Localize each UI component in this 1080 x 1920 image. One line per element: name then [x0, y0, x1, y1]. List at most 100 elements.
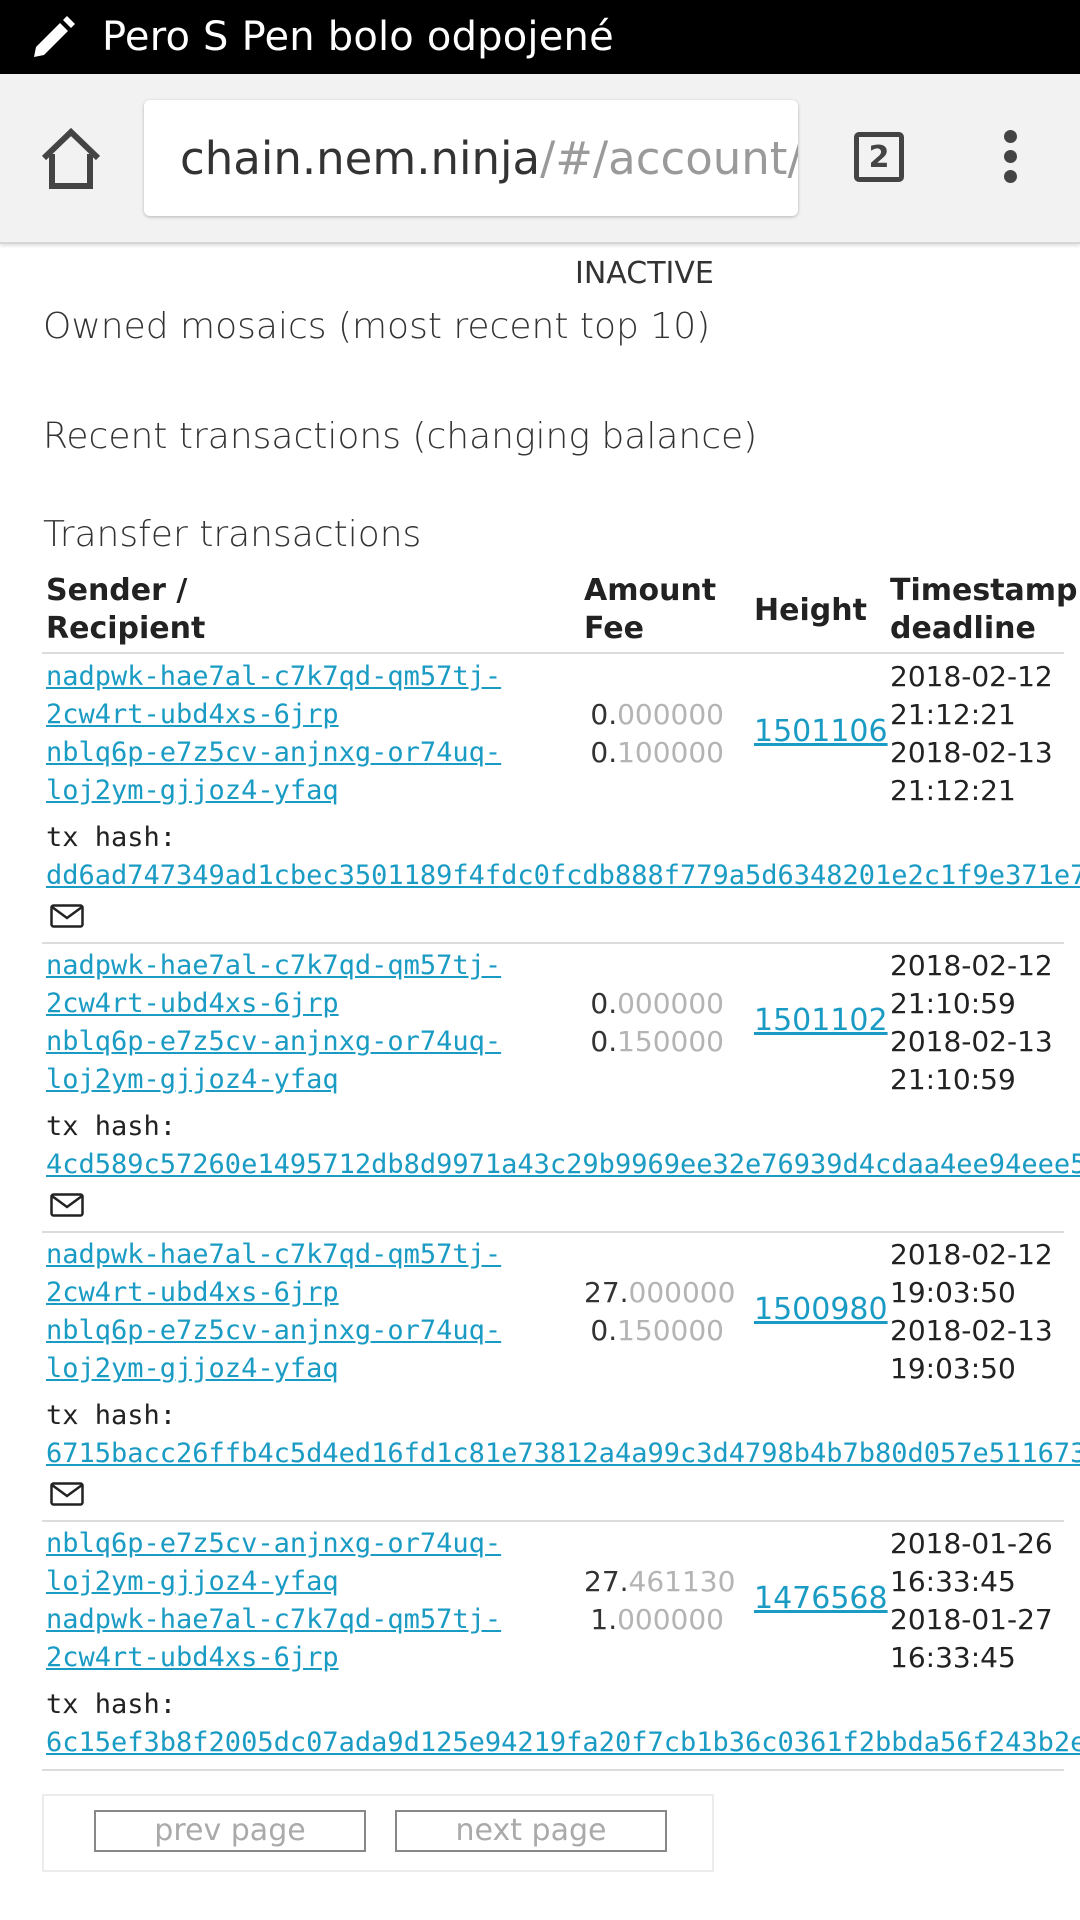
- envelope-icon[interactable]: [50, 1482, 84, 1506]
- deadline-time: 21:10:59: [890, 1063, 1016, 1096]
- system-status-bar: Pero S Pen bolo odpojené: [0, 0, 1080, 74]
- timestamp-date: 2018-02-12: [890, 660, 1053, 693]
- block-height-link[interactable]: 1501106: [754, 714, 888, 749]
- recipient-address: nadpwk-hae7al-c7k7qd-qm57tj- 2cw4rt-ubd4x…: [46, 1601, 501, 1677]
- timestamp-deadline: 2018-02-12 21:12:21 2018-02-13 21:12:21: [890, 658, 1053, 810]
- sender-address: nadpwk-hae7al-c7k7qd-qm57tj- 2cw4rt-ubd4x…: [46, 947, 501, 1023]
- url-path: /#/account/: [540, 131, 798, 185]
- timestamp-date: 2018-01-26: [890, 1527, 1053, 1560]
- table-divider: [42, 652, 1064, 654]
- deadline-time: 21:12:21: [890, 774, 1016, 807]
- timestamp-time: 16:33:45: [890, 1565, 1016, 1598]
- tx-hash-link[interactable]: 4cd589c57260e1495712db8d9971a43c29b9969e…: [46, 1149, 1080, 1180]
- row-divider: [42, 942, 1064, 944]
- fee-value: 0.150000: [584, 1023, 724, 1061]
- fee-value: 0.150000: [584, 1312, 724, 1350]
- transfer-transactions-title: Transfer transactions: [43, 514, 422, 555]
- amount-value: 27.000000: [584, 1274, 735, 1312]
- sender-link-line2[interactable]: 2cw4rt-ubd4xs-6jrp: [46, 1274, 501, 1312]
- recipient-address: nblq6p-e7z5cv-anjnxg-or74uq-loj2ym-gjjoz…: [46, 1023, 501, 1099]
- sender-link-line2[interactable]: loj2ym-gjjoz4-yfaq: [46, 1563, 501, 1601]
- amount-value: 27.461130: [584, 1563, 735, 1601]
- header-sender-recipient: Sender / Recipient: [46, 572, 205, 648]
- fee-int: 0.: [590, 1314, 618, 1347]
- header-amount-fee: Amount Fee: [584, 572, 716, 648]
- deadline-date: 2018-02-13: [890, 1025, 1053, 1058]
- prev-page-button[interactable]: prev page: [94, 1810, 366, 1852]
- pagination: prev page next page: [42, 1794, 714, 1872]
- header-timestamp-deadline: Timestamp deadline: [890, 572, 1078, 648]
- amount-int: 27.: [584, 1565, 629, 1598]
- timestamp-deadline: 2018-01-26 16:33:45 2018-01-27 16:33:45: [890, 1525, 1053, 1677]
- deadline-time: 16:33:45: [890, 1641, 1016, 1674]
- header-recipient: Recipient: [46, 611, 206, 646]
- deadline-date: 2018-02-13: [890, 736, 1053, 769]
- deadline-time: 19:03:50: [890, 1352, 1016, 1385]
- tx-hash-label: tx hash:: [46, 822, 177, 853]
- amount-frac: 000000: [617, 698, 724, 731]
- fee-value: 0.100000: [584, 734, 724, 772]
- tx-hash-link[interactable]: dd6ad747349ad1cbec3501189f4fdc0fcdb888f7…: [46, 860, 1080, 891]
- sender-link-line1[interactable]: nadpwk-hae7al-c7k7qd-qm57tj-: [46, 947, 501, 985]
- sender-link-line2[interactable]: 2cw4rt-ubd4xs-6jrp: [46, 696, 501, 734]
- sender-address: nadpwk-hae7al-c7k7qd-qm57tj- 2cw4rt-ubd4x…: [46, 1236, 501, 1312]
- overflow-menu-icon[interactable]: [995, 130, 1025, 190]
- block-height-link[interactable]: 1476568: [754, 1581, 888, 1616]
- amount-int: 0.: [590, 698, 618, 731]
- tx-hash-link[interactable]: 6715bacc26ffb4c5d4ed16fd1c81e73812a4a99c…: [46, 1438, 1080, 1469]
- amount-value: 0.000000: [584, 985, 724, 1023]
- recipient-link-line1[interactable]: nblq6p-e7z5cv-anjnxg-or74uq-: [46, 1312, 501, 1350]
- recipient-link-line2[interactable]: loj2ym-gjjoz4-yfaq: [46, 1350, 501, 1388]
- header-deadline: deadline: [890, 611, 1036, 646]
- recipient-link-line2[interactable]: loj2ym-gjjoz4-yfaq: [46, 1061, 501, 1099]
- sender-link-line2[interactable]: 2cw4rt-ubd4xs-6jrp: [46, 985, 501, 1023]
- page-content: INACTIVE Owned mosaics (most recent top …: [0, 244, 1080, 1920]
- recipient-link-line1[interactable]: nblq6p-e7z5cv-anjnxg-or74uq-: [46, 734, 501, 772]
- recipient-link-line1[interactable]: nadpwk-hae7al-c7k7qd-qm57tj-: [46, 1601, 501, 1639]
- timestamp-time: 21:10:59: [890, 987, 1016, 1020]
- sender-address: nadpwk-hae7al-c7k7qd-qm57tj- 2cw4rt-ubd4x…: [46, 658, 501, 734]
- header-amount: Amount: [584, 573, 717, 608]
- fee-value: 1.000000: [584, 1601, 724, 1639]
- sender-address: nblq6p-e7z5cv-anjnxg-or74uq-loj2ym-gjjoz…: [46, 1525, 501, 1601]
- tx-hash-label: tx hash:: [46, 1111, 177, 1142]
- recipient-link-line2[interactable]: loj2ym-gjjoz4-yfaq: [46, 772, 501, 810]
- block-height-link[interactable]: 1501102: [754, 1003, 888, 1038]
- sender-link-line1[interactable]: nadpwk-hae7al-c7k7qd-qm57tj-: [46, 1236, 501, 1274]
- amount-frac: 461130: [628, 1565, 736, 1598]
- recipient-address: nblq6p-e7z5cv-anjnxg-or74uq-loj2ym-gjjoz…: [46, 734, 501, 810]
- deadline-date: 2018-02-13: [890, 1314, 1053, 1347]
- fee-int: 0.: [590, 1025, 618, 1058]
- timestamp-deadline: 2018-02-12 21:10:59 2018-02-13 21:10:59: [890, 947, 1053, 1099]
- home-icon[interactable]: [36, 124, 106, 194]
- tab-count: 2: [868, 139, 890, 175]
- sender-link-line1[interactable]: nblq6p-e7z5cv-anjnxg-or74uq-: [46, 1525, 501, 1563]
- amount-int: 27.: [584, 1276, 629, 1309]
- recent-transactions-title: Recent transactions (changing balance): [43, 416, 758, 457]
- owned-mosaics-title: Owned mosaics (most recent top 10): [43, 306, 711, 347]
- block-height-link[interactable]: 1500980: [754, 1292, 888, 1327]
- header-height: Height: [754, 593, 867, 628]
- timestamp-deadline: 2018-02-12 19:03:50 2018-02-13 19:03:50: [890, 1236, 1053, 1388]
- fee-frac: 150000: [617, 1025, 724, 1058]
- recipient-link-line2[interactable]: 2cw4rt-ubd4xs-6jrp: [46, 1639, 501, 1677]
- next-page-button[interactable]: next page: [395, 1810, 667, 1852]
- account-status: INACTIVE: [575, 256, 714, 291]
- amount-value: 0.000000: [584, 696, 724, 734]
- recipient-address: nblq6p-e7z5cv-anjnxg-or74uq-loj2ym-gjjoz…: [46, 1312, 501, 1388]
- sender-link-line1[interactable]: nadpwk-hae7al-c7k7qd-qm57tj-: [46, 658, 501, 696]
- header-fee: Fee: [584, 611, 644, 646]
- fee-frac: 000000: [617, 1603, 724, 1636]
- fee-frac: 150000: [617, 1314, 724, 1347]
- fee-frac: 100000: [617, 736, 724, 769]
- tx-hash-link[interactable]: 6c15ef3b8f2005dc07ada9d125e94219fa20f7cb…: [46, 1727, 1080, 1758]
- envelope-icon[interactable]: [50, 1193, 84, 1217]
- address-bar[interactable]: chain.nem.ninja/#/account/: [144, 100, 798, 216]
- fee-int: 1.: [590, 1603, 618, 1636]
- tab-switcher-icon[interactable]: 2: [854, 132, 904, 182]
- timestamp-date: 2018-02-12: [890, 1238, 1053, 1271]
- amount-frac: 000000: [628, 1276, 736, 1309]
- envelope-icon[interactable]: [50, 904, 84, 928]
- row-divider: [42, 1231, 1064, 1233]
- recipient-link-line1[interactable]: nblq6p-e7z5cv-anjnxg-or74uq-: [46, 1023, 501, 1061]
